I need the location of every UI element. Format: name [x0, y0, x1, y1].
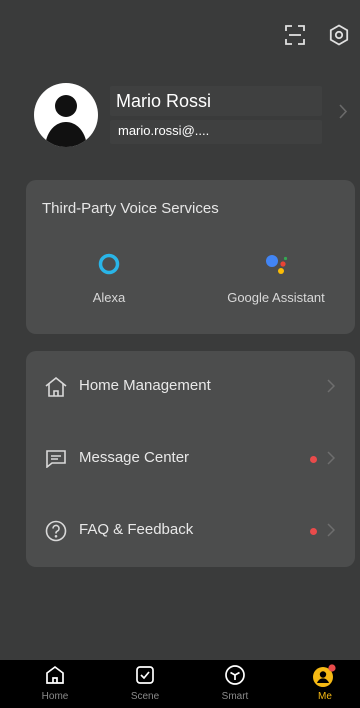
voice-services-card: Third-Party Voice Services Alexa Google …	[26, 180, 355, 334]
chevron-right-icon	[327, 379, 336, 398]
avatar[interactable]	[34, 83, 98, 147]
user-icon	[295, 664, 355, 688]
google-assistant-label: Google Assistant	[227, 290, 325, 305]
menu-item-message-center[interactable]: Message Center	[26, 423, 355, 495]
tab-scene[interactable]: Scene	[115, 664, 175, 702]
tab-label: Smart	[221, 691, 249, 702]
chevron-right-icon	[339, 104, 348, 124]
scan-icon[interactable]	[282, 22, 308, 48]
tab-smart[interactable]: Smart	[205, 664, 265, 702]
menu-item-label: FAQ & Feedback	[79, 521, 194, 538]
google-assistant-service[interactable]: Google Assistant	[216, 252, 336, 305]
cube-icon	[205, 664, 265, 688]
google-assistant-icon	[216, 252, 336, 276]
tab-home[interactable]: Home	[25, 664, 85, 702]
alexa-service[interactable]: Alexa	[79, 252, 139, 305]
alexa-icon	[79, 252, 139, 276]
alexa-label: Alexa	[92, 290, 126, 305]
home-outline-icon	[44, 375, 68, 399]
tab-me[interactable]: Me	[295, 664, 355, 702]
profile-header[interactable]: Mario Rossi mario.rossi@....	[0, 78, 360, 148]
tab-label: Scene	[130, 691, 160, 702]
top-actions	[282, 22, 352, 48]
unread-badge	[310, 528, 317, 535]
unread-badge	[310, 456, 317, 463]
user-name: Mario Rossi	[116, 91, 212, 111]
menu-item-label: Message Center	[79, 449, 190, 466]
menu-item-faq-feedback[interactable]: FAQ & Feedback	[26, 495, 355, 567]
tab-label: Home	[41, 691, 69, 702]
user-email: mario.rossi@....	[118, 123, 210, 138]
menu-item-label: Home Management	[79, 377, 211, 394]
settings-menu-card: Home Management Message Center FAQ & Fee…	[26, 351, 355, 567]
tab-label: Me	[318, 691, 332, 702]
chevron-right-icon	[327, 523, 336, 542]
checkbox-icon	[115, 664, 175, 688]
home-icon	[25, 664, 85, 688]
voice-services-title: Third-Party Voice Services	[42, 200, 219, 217]
message-icon	[44, 447, 68, 471]
chevron-right-icon	[327, 451, 336, 470]
settings-icon[interactable]	[326, 22, 352, 48]
menu-item-home-management[interactable]: Home Management	[26, 351, 355, 423]
question-icon	[44, 519, 68, 543]
bottom-tab-bar: Home Scene Smart Me	[0, 660, 360, 708]
